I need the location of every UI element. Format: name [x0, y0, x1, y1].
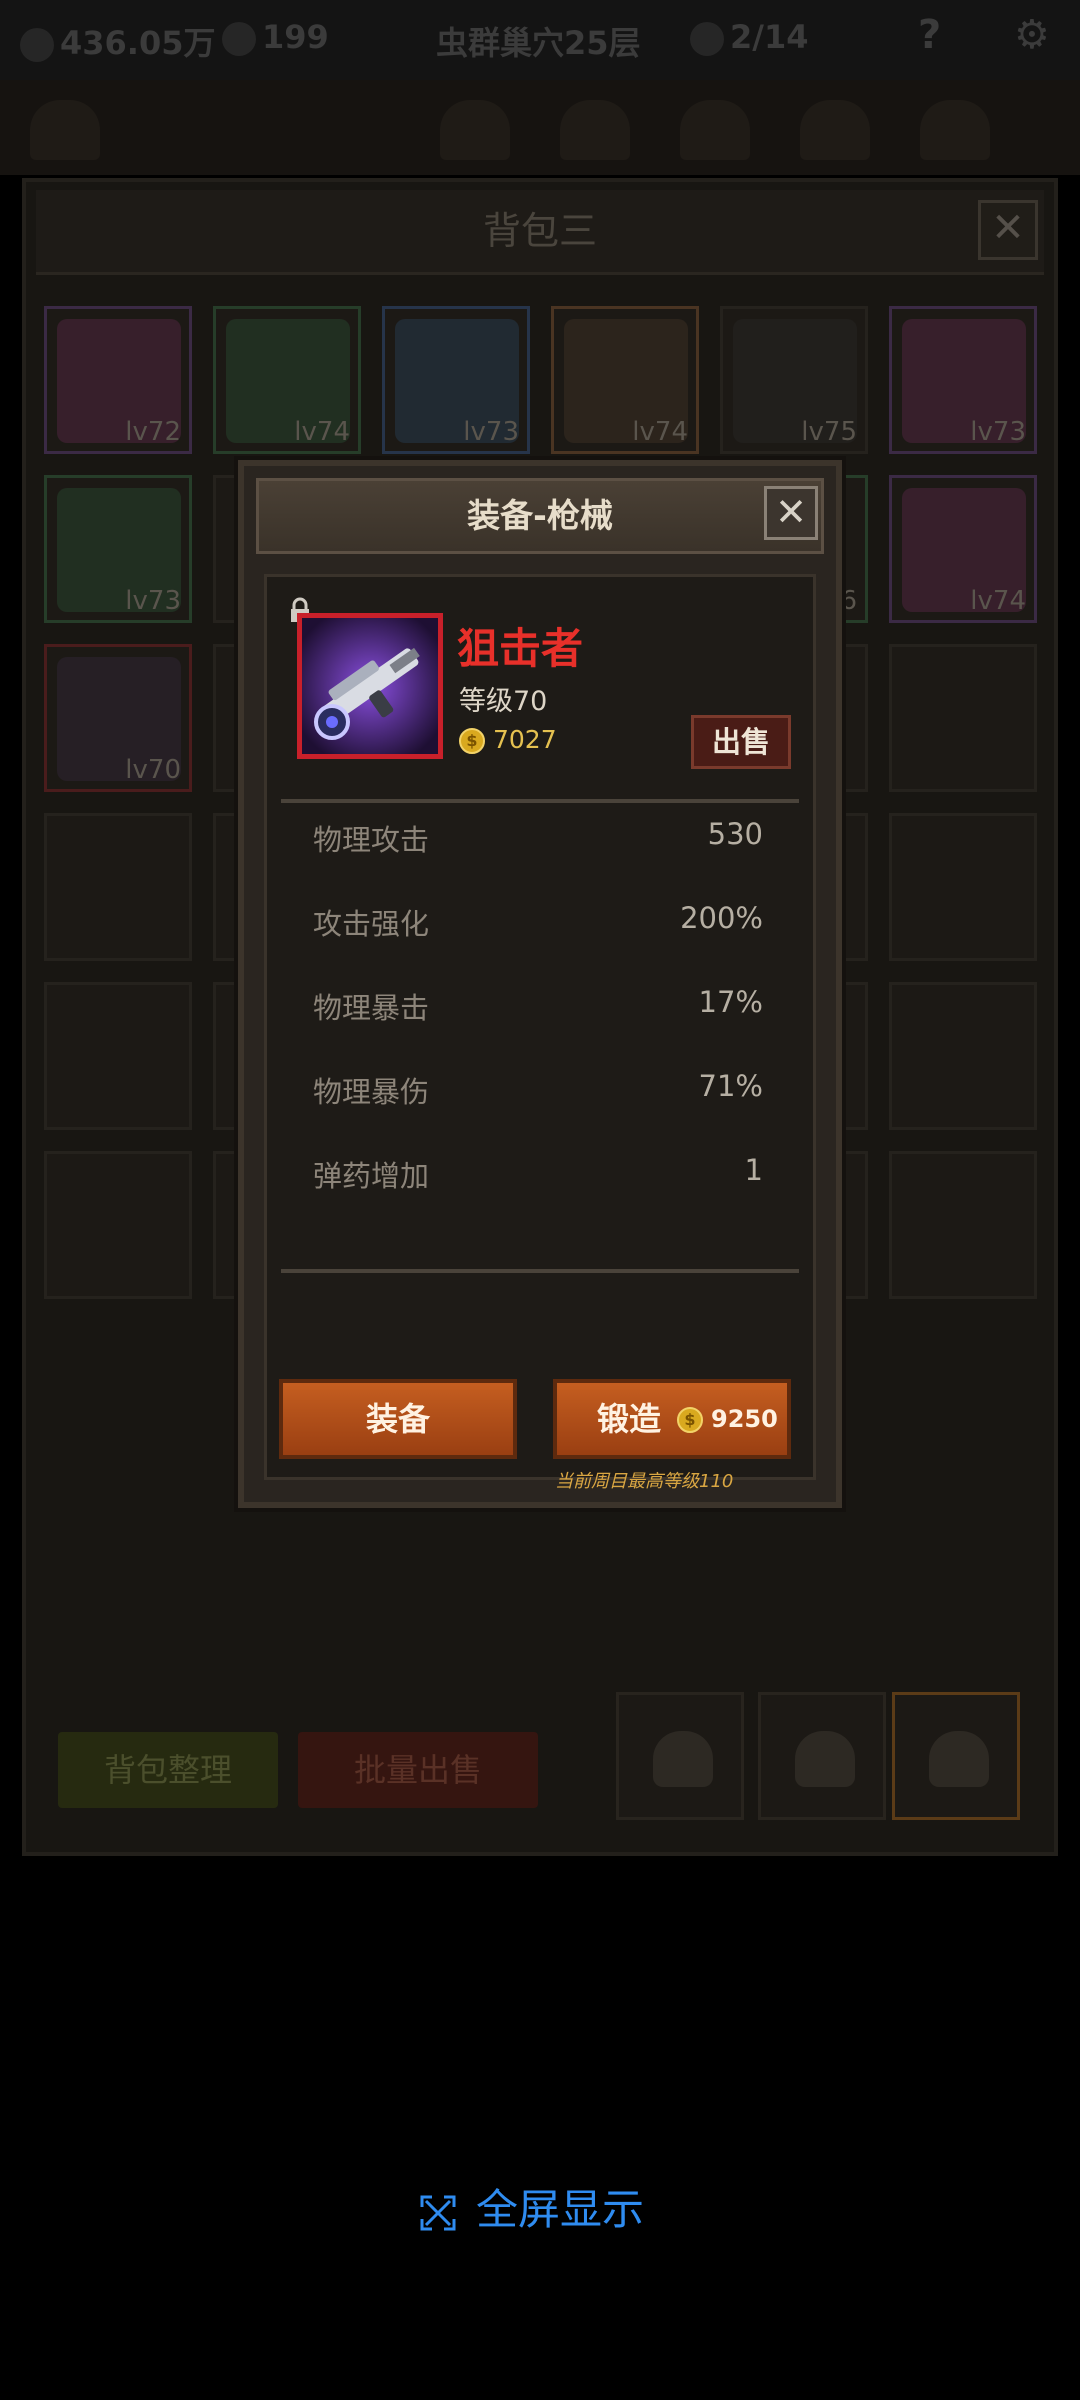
dungeon-floor-label: 虫群巢穴25层 — [436, 24, 641, 62]
stat-row: 物理暴击 17% — [313, 985, 763, 1025]
sell-button[interactable]: 出售 — [691, 715, 791, 769]
sort-backpack-button[interactable]: 背包整理 — [58, 1732, 278, 1808]
top-hud: 436.05万 199 虫群巢穴25层 2/14 ? ⚙ — [0, 0, 1080, 80]
inventory-slot[interactable]: lv73 — [382, 306, 530, 454]
inventory-slot[interactable]: lv74 — [213, 306, 361, 454]
equip-button[interactable]: 装备 — [279, 1379, 517, 1459]
item-level-label: lv73 — [970, 417, 1026, 447]
item-level-label: lv70 — [125, 755, 181, 785]
key-counter: 2/14 — [690, 18, 808, 56]
item-level-label: lv73 — [125, 586, 181, 616]
gold-coin-icon: $ — [459, 728, 485, 754]
forge-button[interactable]: 锻造 $9250 — [553, 1379, 791, 1459]
item-level-label: 6 — [840, 586, 857, 616]
stat-value: 71% — [698, 1069, 763, 1103]
skull-icon — [690, 22, 724, 56]
inventory-slot[interactable]: lv72 — [44, 306, 192, 454]
stat-name: 攻击强化 — [313, 907, 430, 941]
item-thumbnail — [297, 613, 443, 759]
dialog-close-button[interactable]: ✕ — [764, 486, 818, 540]
inventory-slot[interactable]: lv73 — [44, 475, 192, 623]
stat-name: 弹药增加 — [313, 1159, 430, 1193]
character-strip — [0, 80, 1080, 175]
item-level-label: lv72 — [125, 417, 181, 447]
stat-value: 1 — [744, 1153, 763, 1187]
diamond-icon — [222, 22, 256, 56]
forge-cost: $9250 — [677, 1383, 778, 1455]
backpack-icon — [929, 1731, 989, 1787]
hero-slot[interactable] — [560, 100, 630, 160]
inventory-slot[interactable]: lv73 — [889, 306, 1037, 454]
max-level-note: 当前周目最高等级110 — [555, 1471, 734, 1492]
stat-name: 物理攻击 — [313, 823, 430, 857]
stat-row: 物理暴伤 71% — [313, 1069, 763, 1109]
item-price: $7027 — [459, 725, 557, 754]
stat-name: 物理暴伤 — [313, 1075, 430, 1109]
divider — [281, 1269, 799, 1273]
gold-icon — [20, 28, 54, 62]
hero-slot[interactable] — [680, 100, 750, 160]
empty-inventory-slot[interactable] — [44, 1151, 192, 1299]
fullscreen-link[interactable]: 全屏显示 — [418, 2176, 644, 2237]
stat-value: 17% — [698, 985, 763, 1019]
empty-inventory-slot[interactable] — [44, 982, 192, 1130]
dialog-title: 装备-枪械 — [256, 478, 824, 554]
empty-inventory-slot[interactable] — [889, 1151, 1037, 1299]
help-button[interactable]: ? — [918, 12, 941, 58]
item-level-label: lv74 — [970, 586, 1026, 616]
inventory-slot[interactable] — [889, 644, 1037, 792]
stat-row: 弹药增加 1 — [313, 1153, 763, 1193]
empty-inventory-slot[interactable] — [889, 813, 1037, 961]
backpack-tab-2[interactable] — [758, 1692, 886, 1820]
backpack-close-button[interactable]: ✕ — [978, 200, 1038, 260]
stat-name: 物理暴击 — [313, 991, 430, 1025]
inventory-slot[interactable]: lv70 — [44, 644, 192, 792]
empty-inventory-slot[interactable] — [889, 982, 1037, 1130]
hero-slot[interactable] — [920, 100, 990, 160]
expand-icon — [420, 2195, 456, 2230]
item-level-label: lv75 — [801, 417, 857, 447]
empty-inventory-slot[interactable] — [44, 813, 192, 961]
forge-label: 锻造 — [597, 1400, 662, 1438]
sniper-rifle-icon — [302, 618, 438, 754]
item-level-label: lv74 — [294, 417, 350, 447]
backpack-tab-3[interactable] — [892, 1692, 1020, 1820]
hero-slot[interactable] — [800, 100, 870, 160]
bulk-sell-button[interactable]: 批量出售 — [298, 1732, 538, 1808]
settings-gear-icon[interactable]: ⚙ — [1014, 12, 1050, 58]
divider — [281, 799, 799, 803]
backpack-tab-1[interactable] — [616, 1692, 744, 1820]
inventory-slot[interactable]: lv74 — [551, 306, 699, 454]
item-level-label: lv73 — [463, 417, 519, 447]
stat-row: 物理攻击 530 — [313, 817, 763, 857]
item-level: 等级70 — [459, 686, 548, 717]
inventory-slot[interactable]: lv74 — [889, 475, 1037, 623]
inventory-slot[interactable]: lv75 — [720, 306, 868, 454]
gold-counter: 436.05万 — [20, 18, 216, 64]
gold-coin-icon: $ — [677, 1407, 703, 1433]
backpack-icon — [653, 1731, 713, 1787]
stat-value: 530 — [707, 817, 763, 851]
item-detail-dialog: 装备-枪械 ✕ 狙击者 等级70 $ 7027 出售 物理攻击 530 攻击强化… — [238, 460, 842, 1508]
item-name: 狙击者 — [457, 624, 584, 673]
hero-slot[interactable] — [440, 100, 510, 160]
dialog-body: 狙击者 等级70 $7027 出售 物理攻击 530 攻击强化 200% 物理暴击 17%… — [264, 574, 816, 1492]
stat-value: 200% — [680, 901, 763, 935]
backpack-title: 背包三 — [36, 190, 1044, 275]
item-level-label: lv74 — [632, 417, 688, 447]
stat-row: 攻击强化 200% — [313, 901, 763, 941]
hero-slot[interactable] — [30, 100, 100, 160]
gem-counter: 199 — [222, 18, 329, 56]
backpack-icon — [795, 1731, 855, 1787]
